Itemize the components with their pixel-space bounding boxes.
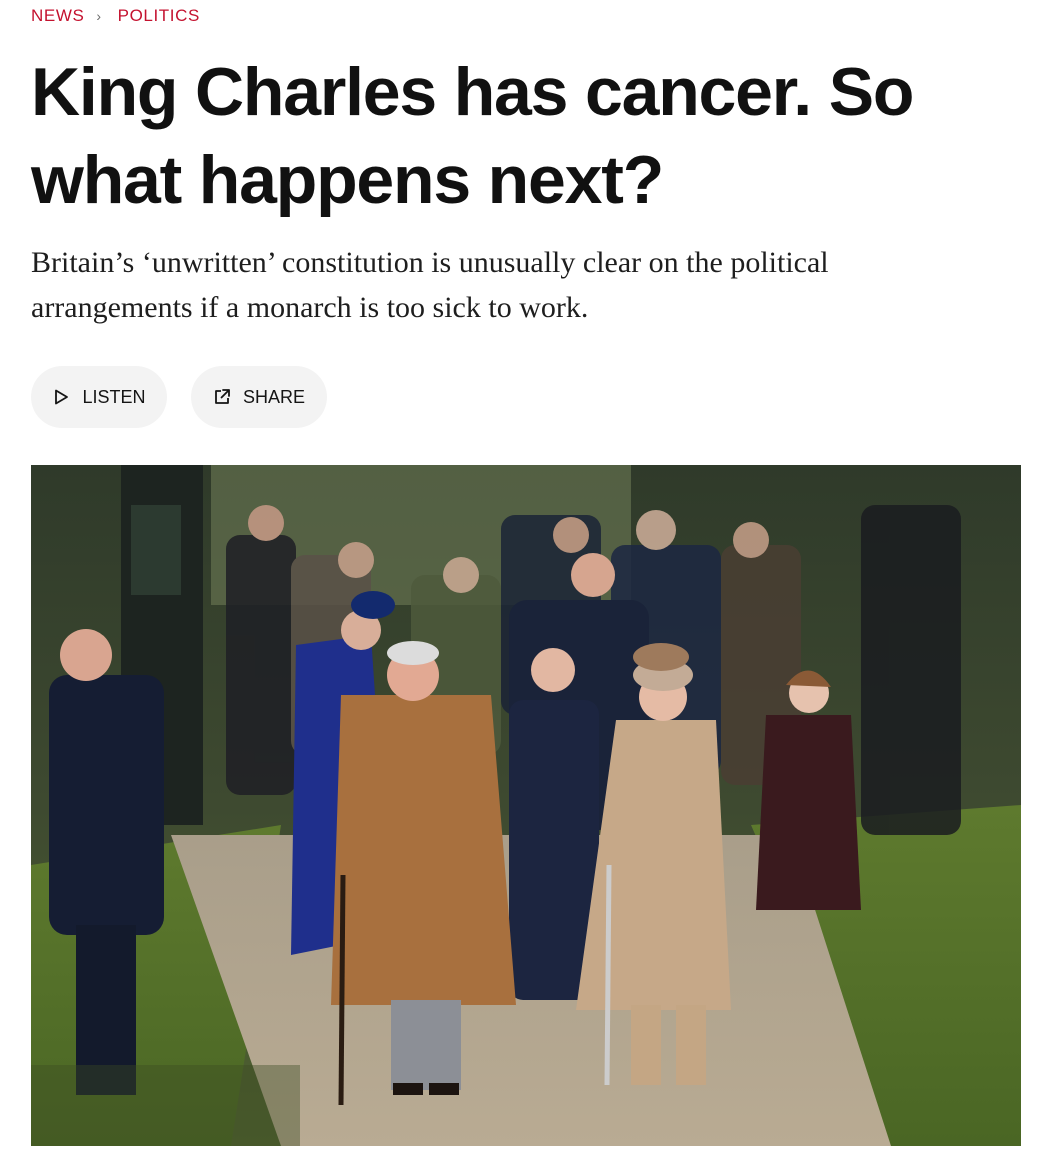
article-headline: King Charles has cancer. So what happens… — [31, 54, 914, 218]
breadcrumb-news-link[interactable]: NEWS — [31, 6, 84, 26]
play-icon — [52, 388, 70, 406]
breadcrumb-politics-link[interactable]: POLITICS — [118, 6, 200, 26]
share-label: SHARE — [242, 386, 305, 407]
share-button[interactable]: SHARE — [191, 366, 327, 428]
chevron-right-icon: › — [96, 8, 102, 24]
article-dek: Britain’s ‘unwritten’ constitution is un… — [31, 246, 829, 324]
article-actions: LISTEN SHARE — [31, 366, 327, 428]
hero-photo — [31, 465, 1021, 1146]
listen-button[interactable]: LISTEN — [31, 366, 167, 428]
external-share-icon — [213, 388, 231, 406]
breadcrumb: NEWS › POLITICS — [31, 6, 200, 26]
listen-label: LISTEN — [82, 386, 146, 407]
